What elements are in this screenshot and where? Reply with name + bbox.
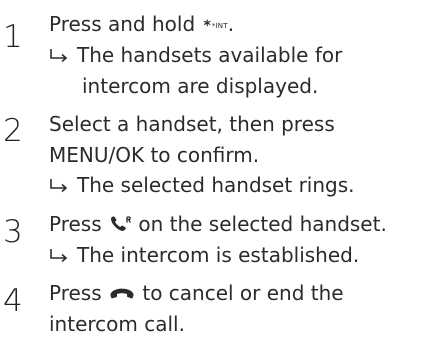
result-arrow-icon [49,243,77,267]
step-number: 3 [3,214,23,250]
step-instruction-continued: MENU/OK to confirm. [49,143,260,167]
step-instruction: Press to cancel or end the [49,281,344,308]
instruction-steps: 1 Press and hold * *INT. The handsets ava… [0,0,440,344]
step-instruction: Press and hold * *INT. [49,12,235,36]
intercom-key-icon: * *INT [203,18,228,34]
step-result: The intercom is established. [49,243,359,267]
step-number: 1 [3,19,23,55]
talk-phone-icon [108,214,132,239]
result-arrow-icon [49,173,77,197]
step-number: 4 [3,283,23,319]
step-number: 2 [3,113,23,149]
step-result: The handsets available for [49,43,342,67]
step-result: The selected handset rings. [49,173,355,197]
result-arrow-icon [49,43,77,67]
end-call-icon [108,284,136,308]
step-result-continued: intercom are displayed. [82,74,319,98]
step-instruction: Select a handset, then press [49,112,335,136]
step-instruction: Press on the selected handset. [49,212,387,239]
step-instruction-continued: intercom call. [49,312,185,336]
